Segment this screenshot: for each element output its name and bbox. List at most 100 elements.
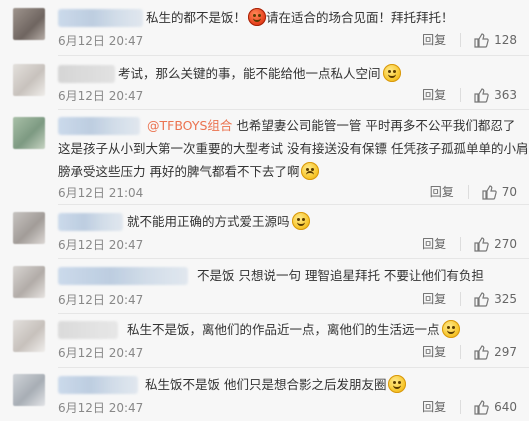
reply-button[interactable]: 回复 (422, 343, 446, 360)
comment-date: 6月12日 21:04 (58, 186, 144, 200)
comment-text-part: 不是饭 只想说一句 理智追星拜托 不要让他们有负担 (197, 268, 484, 283)
comment-item: 考试，那么关键的事，能不能给他一点私人空间 6月12日 20:47 回复 363 (0, 60, 529, 110)
comment-date: 6月12日 20:47 (58, 293, 144, 307)
like-count: 128 (494, 32, 517, 47)
like-button[interactable]: 297 (473, 344, 517, 360)
reply-button[interactable]: 回复 (422, 31, 446, 48)
comment-actions: 回复 363 (422, 86, 517, 103)
comment-text-part: 私生饭不是饭 他们只是想合影之后发朋友圈 (145, 377, 387, 392)
comment-item: 不是饭 只想说一句 理智追星拜托 不要让他们有负担 6月12日 20:47 回复… (0, 263, 529, 313)
like-count: 270 (494, 236, 517, 251)
comment-text-part: 请在适合的场合见面！拜托拜托！ (266, 10, 454, 25)
thumbs-up-icon (482, 184, 497, 200)
username-blurred[interactable] (58, 267, 188, 285)
like-count: 640 (494, 399, 517, 414)
comment-text: @TFBOYS组合 也希望妻公司能管一管 平时再多不公平我们都忍了 这是孩子从小… (58, 114, 529, 183)
avatar[interactable] (13, 64, 45, 96)
divider (58, 204, 529, 205)
comment-line: @TFBOYS组合 也希望妻公司能管一管 平时再多不公平我们都忍了 (58, 114, 515, 137)
laughing-face-icon (291, 212, 310, 230)
divider (58, 55, 529, 56)
comment-text-part: 考试，那么关键的事，能不能给他一点私人空间 (118, 66, 381, 81)
username-blurred[interactable] (58, 321, 118, 339)
like-button[interactable]: 70 (481, 184, 517, 200)
divider (58, 367, 529, 368)
comment-item: 私生的都不是饭！ 请在适合的场合见面！拜托拜托！ 6月12日 20:47 回复 1… (0, 6, 529, 56)
username-blurred[interactable] (58, 213, 123, 231)
like-button[interactable]: 363 (473, 87, 517, 103)
username-blurred[interactable] (58, 376, 138, 394)
comment-item: 就不能用正确的方式爱王源吗 6月12日 20:47 回复 270 (0, 208, 529, 258)
comment-feed: 私生的都不是饭！ 请在适合的场合见面！拜托拜托！ 6月12日 20:47 回复 1… (0, 0, 529, 421)
comment-actions: 回复 297 (422, 343, 517, 360)
wink-face-icon (382, 64, 401, 82)
avatar[interactable] (13, 320, 45, 352)
comment-text: 私生的都不是饭！ 请在适合的场合见面！拜托拜托！ (146, 6, 515, 29)
reply-button[interactable]: 回复 (430, 183, 454, 200)
comment-actions: 回复 70 (430, 183, 517, 200)
divider (460, 291, 462, 306)
like-button[interactable]: 325 (473, 291, 517, 307)
divider (58, 109, 529, 110)
avatar[interactable] (13, 117, 45, 149)
comment-date: 6月12日 20:47 (58, 89, 144, 103)
avatar[interactable] (13, 212, 45, 244)
comment-item: 私生饭不是饭 他们只是想合影之后发朋友圈 6月12日 20:47 回复 640 (0, 372, 529, 421)
divider (467, 184, 469, 199)
comment-text-part: 私生不是饭，离他们的作品近一点，离他们的生活远一点 (127, 322, 440, 337)
comment-line: 这是孩子从小到大第一次重要的大型考试 没有接送没有保镖 任凭孩子孤孤单单的小肩 (58, 141, 529, 156)
comment-text-part: 膀承受这些压力 再好的脾气都看不下去了啊 (58, 164, 300, 179)
thumbs-up-icon (474, 399, 489, 415)
avatar[interactable] (13, 266, 45, 298)
divider (460, 87, 462, 102)
divider (58, 313, 529, 314)
like-count: 70 (501, 184, 517, 199)
avatar[interactable] (13, 374, 45, 406)
divider (460, 32, 462, 47)
comment-date: 6月12日 20:47 (58, 346, 144, 360)
comment-item: @TFBOYS组合 也希望妻公司能管一管 平时再多不公平我们都忍了 这是孩子从小… (0, 112, 529, 204)
comment-actions: 回复 270 (422, 235, 517, 252)
like-button[interactable]: 640 (473, 399, 517, 415)
thumbs-up-icon (474, 87, 489, 103)
smile-face-icon (441, 320, 460, 338)
divider (460, 399, 462, 414)
mention-link[interactable]: @TFBOYS组合 (147, 118, 232, 133)
like-button[interactable]: 270 (473, 236, 517, 252)
comment-text-part: 就不能用正确的方式爱王源吗 (127, 214, 290, 229)
avatar[interactable] (13, 8, 45, 40)
username-blurred[interactable] (58, 65, 115, 83)
thumbs-up-icon (474, 236, 489, 252)
divider (460, 344, 462, 359)
reply-button[interactable]: 回复 (422, 235, 446, 252)
comment-text-part: 也希望妻公司能管一管 平时再多不公平我们都忍了 (236, 118, 516, 133)
comment-actions: 回复 128 (422, 31, 517, 48)
comment-text: 考试，那么关键的事，能不能给他一点私人空间 (118, 62, 515, 85)
reply-button[interactable]: 回复 (422, 86, 446, 103)
comment-text: 不是饭 只想说一句 理智追星拜托 不要让他们有负担 (197, 264, 515, 287)
comment-text: 私生饭不是饭 他们只是想合影之后发朋友圈 (145, 373, 515, 396)
reply-button[interactable]: 回复 (422, 398, 446, 415)
angry-face-icon (248, 8, 267, 26)
thumbs-up-icon (474, 344, 489, 360)
comment-item: 私生不是饭，离他们的作品近一点，离他们的生活远一点 6月12日 20:47 回复… (0, 317, 529, 367)
comment-actions: 回复 325 (422, 290, 517, 307)
thumbs-up-icon (474, 32, 489, 48)
comment-actions: 回复 640 (422, 398, 517, 415)
comment-date: 6月12日 20:47 (58, 34, 144, 48)
reply-button[interactable]: 回复 (422, 290, 446, 307)
like-count: 325 (494, 291, 517, 306)
like-count: 297 (494, 344, 517, 359)
comment-text-part: 私生的都不是饭！ (146, 10, 247, 25)
comment-text: 就不能用正确的方式爱王源吗 (127, 210, 515, 233)
thumbs-up-icon (474, 291, 489, 307)
comment-text: 私生不是饭，离他们的作品近一点，离他们的生活远一点 (127, 318, 515, 341)
comment-date: 6月12日 20:47 (58, 238, 144, 252)
like-button[interactable]: 128 (473, 32, 517, 48)
comment-date: 6月12日 20:47 (58, 401, 144, 415)
username-blurred[interactable] (58, 9, 143, 27)
crying-face-icon (301, 162, 320, 180)
divider (58, 258, 529, 259)
like-count: 363 (494, 87, 517, 102)
divider (460, 236, 462, 251)
